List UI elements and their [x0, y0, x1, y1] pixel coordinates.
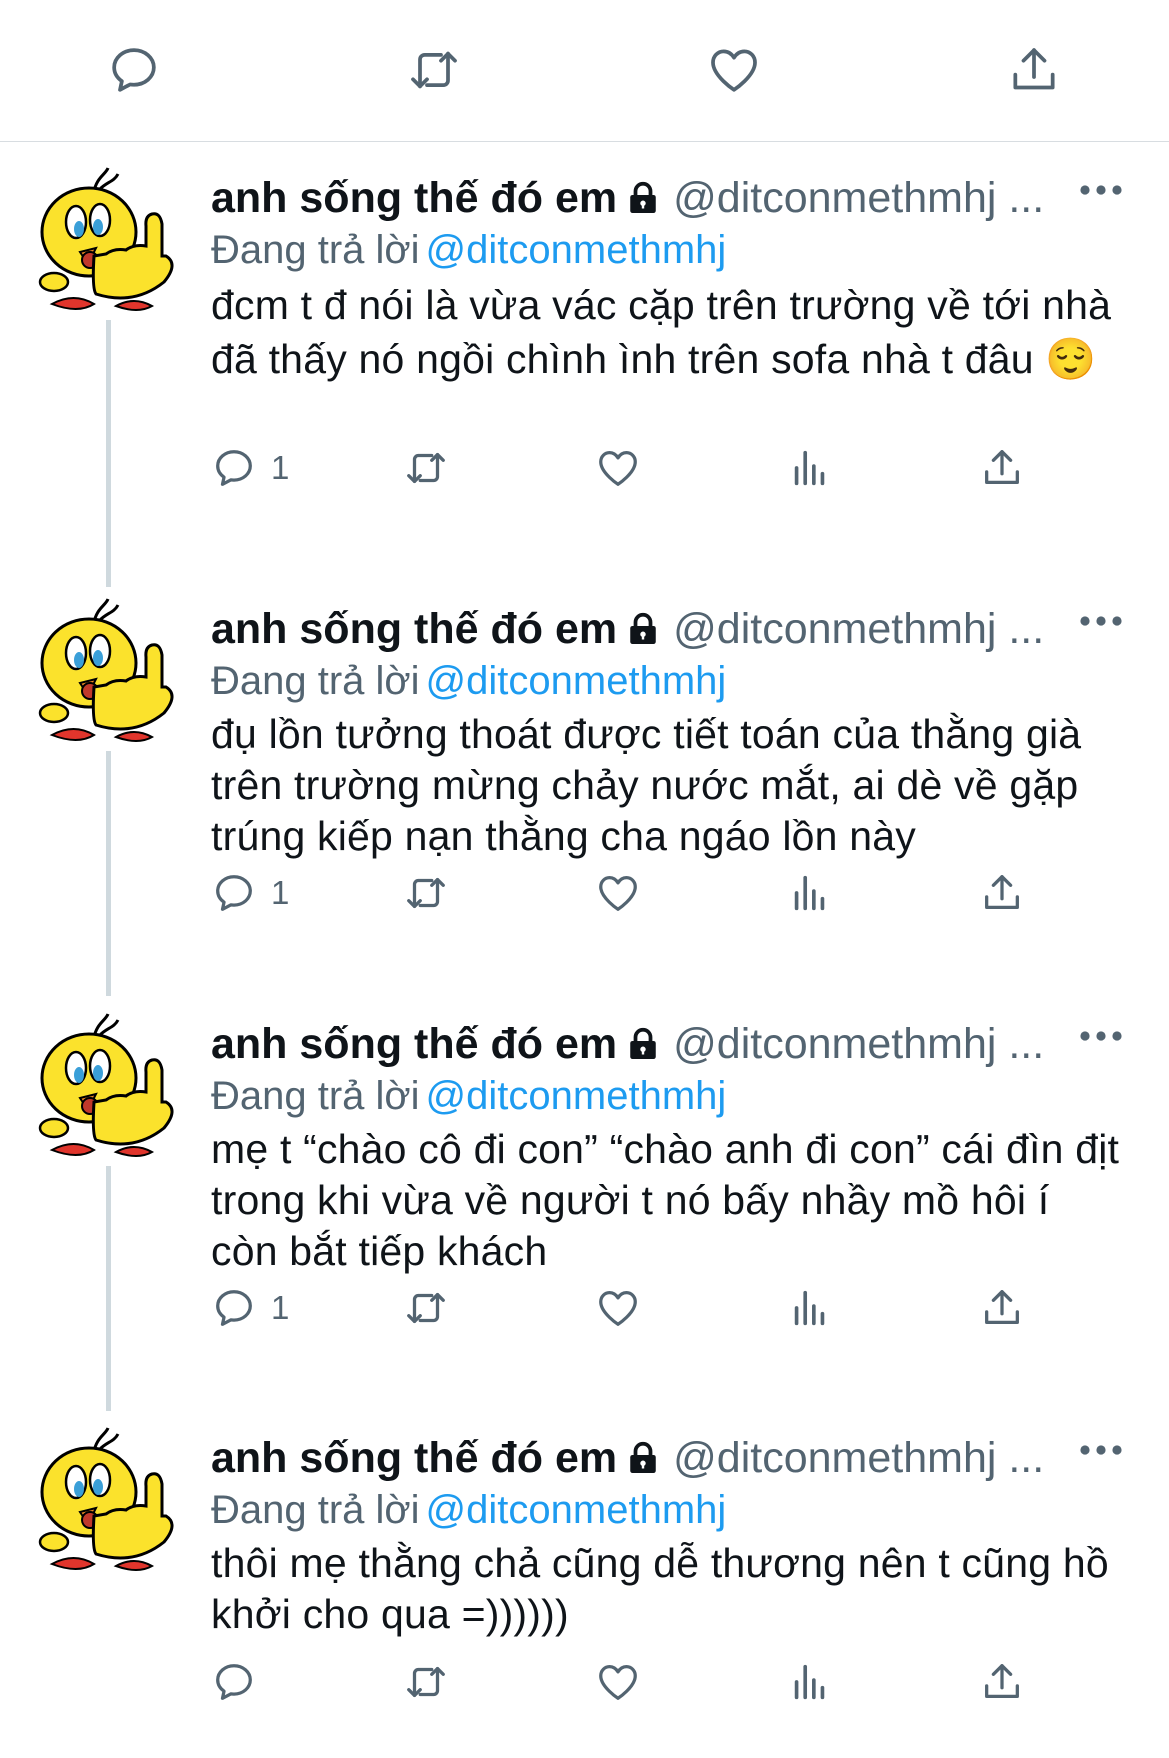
user-handle[interactable]: @ditconmethmhj ...: [673, 605, 1044, 653]
retweet-button[interactable]: [403, 1652, 449, 1712]
avatar[interactable]: [32, 1424, 186, 1574]
thread-line: [106, 751, 111, 996]
tweet-actions: 1: [211, 438, 1031, 498]
reply-icon: [216, 875, 252, 911]
mention-link[interactable]: @ditconmethmhj: [426, 228, 727, 272]
analytics-icon: [794, 875, 825, 911]
share-icon: [985, 875, 1019, 910]
mention-link[interactable]: @ditconmethmhj: [426, 1488, 727, 1532]
share-button[interactable]: [979, 1278, 1025, 1338]
analytics-icon: [794, 1290, 825, 1326]
share-icon: [985, 450, 1019, 485]
reply-button[interactable]: 1: [211, 1278, 289, 1338]
display-name[interactable]: anh sống thế đó em: [211, 605, 617, 653]
reply-button[interactable]: 1: [211, 863, 289, 923]
more-options-icon[interactable]: [1073, 1432, 1129, 1468]
reply-button[interactable]: [211, 1652, 271, 1712]
analytics-button[interactable]: [787, 1652, 833, 1712]
share-button[interactable]: [979, 438, 1025, 498]
more-options-icon[interactable]: [1073, 1018, 1129, 1054]
like-button[interactable]: [595, 1652, 641, 1712]
analytics-button[interactable]: [787, 863, 833, 923]
thread-line: [106, 320, 111, 587]
user-handle[interactable]: @ditconmethmhj ...: [673, 1434, 1044, 1482]
tweet[interactable]: anh sống thế đó em @ditconmethmhj ... Đan…: [0, 1402, 1169, 1758]
mention-link[interactable]: @ditconmethmhj: [426, 1074, 727, 1118]
like-icon: [599, 451, 637, 486]
user-handle[interactable]: @ditconmethmhj ...: [673, 174, 1044, 222]
retweet-icon: [407, 1666, 445, 1698]
tweet-text: thôi mẹ thằng chả cũng dễ thương nên t c…: [211, 1540, 1109, 1637]
retweet-button[interactable]: [403, 863, 449, 923]
display-name[interactable]: anh sống thế đó em: [211, 174, 617, 222]
reply-count: 1: [271, 449, 290, 486]
tweet[interactable]: anh sống thế đó em @ditconmethmhj ... Đan…: [0, 142, 1169, 587]
tweet-text: đụ lồn tưởng thoát được tiết toán của th…: [211, 711, 1082, 859]
reply-icon: [216, 450, 252, 486]
tweet-text: đcm t đ nói là vừa vác cặp trên trường v…: [211, 282, 1112, 382]
like-button[interactable]: [595, 1278, 641, 1338]
top-action-bar: [0, 0, 1169, 142]
tweet[interactable]: anh sống thế đó em @ditconmethmhj ... Đan…: [0, 573, 1169, 996]
like-icon: [599, 1665, 637, 1700]
thread-line: [106, 1166, 111, 1411]
replying-to: Đang trả lời @ditconmethmhj: [211, 653, 726, 709]
share-button[interactable]: [979, 1652, 1025, 1712]
reply-icon: [216, 1664, 252, 1700]
retweet-icon: [407, 1292, 445, 1324]
tweet[interactable]: anh sống thế đó em @ditconmethmhj ... Đan…: [0, 988, 1169, 1411]
retweet-button[interactable]: [403, 1278, 449, 1338]
replying-to-label: Đang trả lời: [211, 1074, 420, 1118]
like-icon: [599, 1291, 637, 1326]
analytics-icon: [794, 1664, 825, 1700]
analytics-button[interactable]: [787, 438, 833, 498]
tweet-header: anh sống thế đó em @ditconmethmhj ...: [211, 1016, 1111, 1072]
replying-to: Đang trả lời @ditconmethmhj: [211, 222, 726, 278]
reply-button[interactable]: 1: [211, 438, 289, 498]
replying-to-label: Đang trả lời: [211, 659, 420, 703]
reply-count: 1: [271, 874, 290, 911]
replying-to-label: Đang trả lời: [211, 228, 420, 272]
like-icon: [599, 876, 637, 911]
retweet-icon[interactable]: [404, 40, 464, 100]
share-button[interactable]: [979, 863, 1025, 923]
tweet-text: mẹ t “chào cô đi con” “chào anh đi con” …: [211, 1126, 1120, 1274]
like-icon[interactable]: [704, 40, 764, 100]
share-icon[interactable]: [1004, 40, 1064, 100]
like-button[interactable]: [595, 438, 641, 498]
replying-to: Đang trả lời @ditconmethmhj: [211, 1482, 726, 1538]
analytics-button[interactable]: [787, 1278, 833, 1338]
tweet-header: anh sống thế đó em @ditconmethmhj ...: [211, 170, 1111, 226]
display-name[interactable]: anh sống thế đó em: [211, 1434, 617, 1482]
mention-link[interactable]: @ditconmethmhj: [426, 659, 727, 703]
tweet-header: anh sống thế đó em @ditconmethmhj ...: [211, 1430, 1111, 1486]
retweet-icon: [407, 452, 445, 484]
avatar[interactable]: [32, 1010, 186, 1160]
retweet-icon: [407, 877, 445, 909]
reply-icon: [216, 1290, 252, 1326]
retweet-button[interactable]: [403, 438, 449, 498]
reply-count: 1: [271, 1289, 290, 1326]
replying-to-label: Đang trả lời: [211, 1488, 420, 1532]
share-icon: [985, 1664, 1019, 1699]
display-name[interactable]: anh sống thế đó em: [211, 1020, 617, 1068]
tweet-actions: [211, 1652, 1031, 1712]
user-handle[interactable]: @ditconmethmhj ...: [673, 1020, 1044, 1068]
replying-to: Đang trả lời @ditconmethmhj: [211, 1068, 726, 1124]
share-icon: [985, 1290, 1019, 1325]
tweet-header: anh sống thế đó em @ditconmethmhj ...: [211, 601, 1111, 657]
avatar[interactable]: [32, 595, 186, 745]
tweet-actions: 1: [211, 863, 1031, 923]
more-options-icon[interactable]: [1073, 172, 1129, 208]
analytics-icon: [794, 450, 825, 486]
tweet-actions: 1: [211, 1278, 1031, 1338]
more-options-icon[interactable]: [1073, 603, 1129, 639]
reply-icon[interactable]: [104, 40, 164, 100]
avatar[interactable]: [32, 164, 186, 314]
like-button[interactable]: [595, 863, 641, 923]
